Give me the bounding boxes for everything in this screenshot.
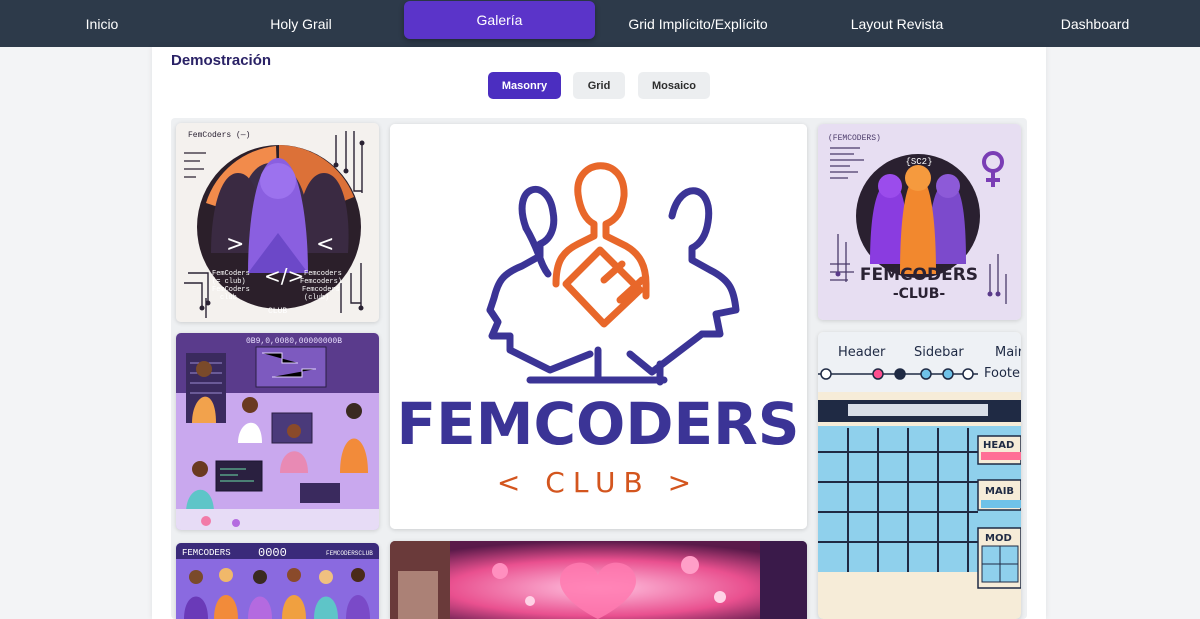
coding-workspace-illustration: 0B9,0,0080,00000000B <box>176 333 379 530</box>
svg-text:Femcoders: Femcoders <box>304 270 342 278</box>
svg-text:MOD: MOD <box>985 533 1012 544</box>
svg-text:HEAD: HEAD <box>983 440 1014 451</box>
svg-text:>: > <box>226 232 244 257</box>
content-card: Demostración Masonry Grid Mosaico FemCod… <box>152 47 1046 619</box>
svg-text:MAIB: MAIB <box>985 486 1014 497</box>
svg-text:FEMCODERSCLUB: FEMCODERSCLUB <box>326 550 373 557</box>
svg-text:</>: </> <box>264 264 304 288</box>
heart-illustration <box>390 541 807 619</box>
svg-text:FemCoders: FemCoders <box>212 270 250 278</box>
svg-text:FemCoders: FemCoders <box>212 286 250 294</box>
club-badge-illustration: {SC2} (FEMCODERS) FEMCODERS -CLUB- <box>818 124 1021 320</box>
club-emblem-illustration: FemCoders (—) > < </> FemCoders (= club)… <box>176 123 379 322</box>
grid-button[interactable]: Grid <box>573 72 625 99</box>
svg-text:Femcoders: Femcoders <box>302 286 340 294</box>
nav-item-inicio[interactable]: Inicio <box>52 0 152 47</box>
svg-text:Sidebar: Sidebar <box>914 345 964 360</box>
svg-text:Femcoders): Femcoders) <box>300 278 342 286</box>
svg-text:-CLUB-: -CLUB- <box>893 286 946 302</box>
svg-text:CLUB: CLUB <box>268 307 287 316</box>
svg-text:(club): (club) <box>304 294 329 302</box>
nav-item-holy-grail[interactable]: Holy Grail <box>250 0 352 47</box>
gallery-grid: FemCoders (—) > < </> FemCoders (= club)… <box>171 118 1027 619</box>
gallery-image-coding-workspace[interactable]: 0B9,0,0080,00000000B <box>176 333 379 530</box>
svg-text:FEMCODERS: FEMCODERS <box>860 265 978 285</box>
svg-text:< CLUB >: < CLUB > <box>497 466 699 499</box>
svg-text:Header: Header <box>838 345 886 360</box>
gallery-image-heart[interactable] <box>390 541 807 619</box>
svg-text:0B9,0,0080,00000000B: 0B9,0,0080,00000000B <box>246 337 342 346</box>
top-navigation: Inicio Holy Grail Galería Grid Implícito… <box>0 0 1200 47</box>
svg-text:(= club): (= club) <box>212 278 246 286</box>
svg-text:{SC2}: {SC2} <box>905 157 932 167</box>
gallery-image-club-badge[interactable]: {SC2} (FEMCODERS) FEMCODERS -CLUB- <box>818 124 1021 320</box>
layout-diagram-illustration: Header Sidebar Mair Footer <box>818 332 1021 619</box>
svg-text:club: club <box>220 294 237 302</box>
svg-text:Footer: Footer <box>984 366 1021 381</box>
nav-item-grid-implicito-explicito[interactable]: Grid Implícito/Explícito <box>625 0 771 47</box>
gallery-image-femcoders-logo[interactable]: FEMCODERS < CLUB > <box>390 124 807 529</box>
svg-text:0000: 0000 <box>258 546 287 560</box>
svg-text:FemCoders (—): FemCoders (—) <box>188 131 250 140</box>
team-banner-illustration: FEMCODERS 0000 FEMCODERSCLUB <box>176 543 379 619</box>
svg-text:Mair: Mair <box>995 345 1021 360</box>
nav-item-layout-revista[interactable]: Layout Revista <box>845 0 949 47</box>
mosaico-button[interactable]: Mosaico <box>638 72 710 99</box>
section-title: Demostración <box>171 52 272 69</box>
svg-text:FEMCODERS: FEMCODERS <box>396 390 799 458</box>
nav-item-galeria[interactable]: Galería <box>404 1 595 39</box>
masonry-button[interactable]: Masonry <box>488 72 561 99</box>
nav-item-dashboard[interactable]: Dashboard <box>1045 0 1145 47</box>
gallery-image-team-banner[interactable]: FEMCODERS 0000 FEMCODERSCLUB <box>176 543 379 619</box>
svg-text:FEMCODERS: FEMCODERS <box>182 548 231 558</box>
femcoders-logo-illustration: FEMCODERS < CLUB > <box>390 124 807 529</box>
svg-text:<: < <box>316 232 334 257</box>
gallery-image-layout-diagram[interactable]: Header Sidebar Mair Footer <box>818 332 1021 619</box>
gallery-image-club-emblem[interactable]: FemCoders (—) > < </> FemCoders (= club)… <box>176 123 379 322</box>
svg-text:(FEMCODERS): (FEMCODERS) <box>828 134 881 143</box>
